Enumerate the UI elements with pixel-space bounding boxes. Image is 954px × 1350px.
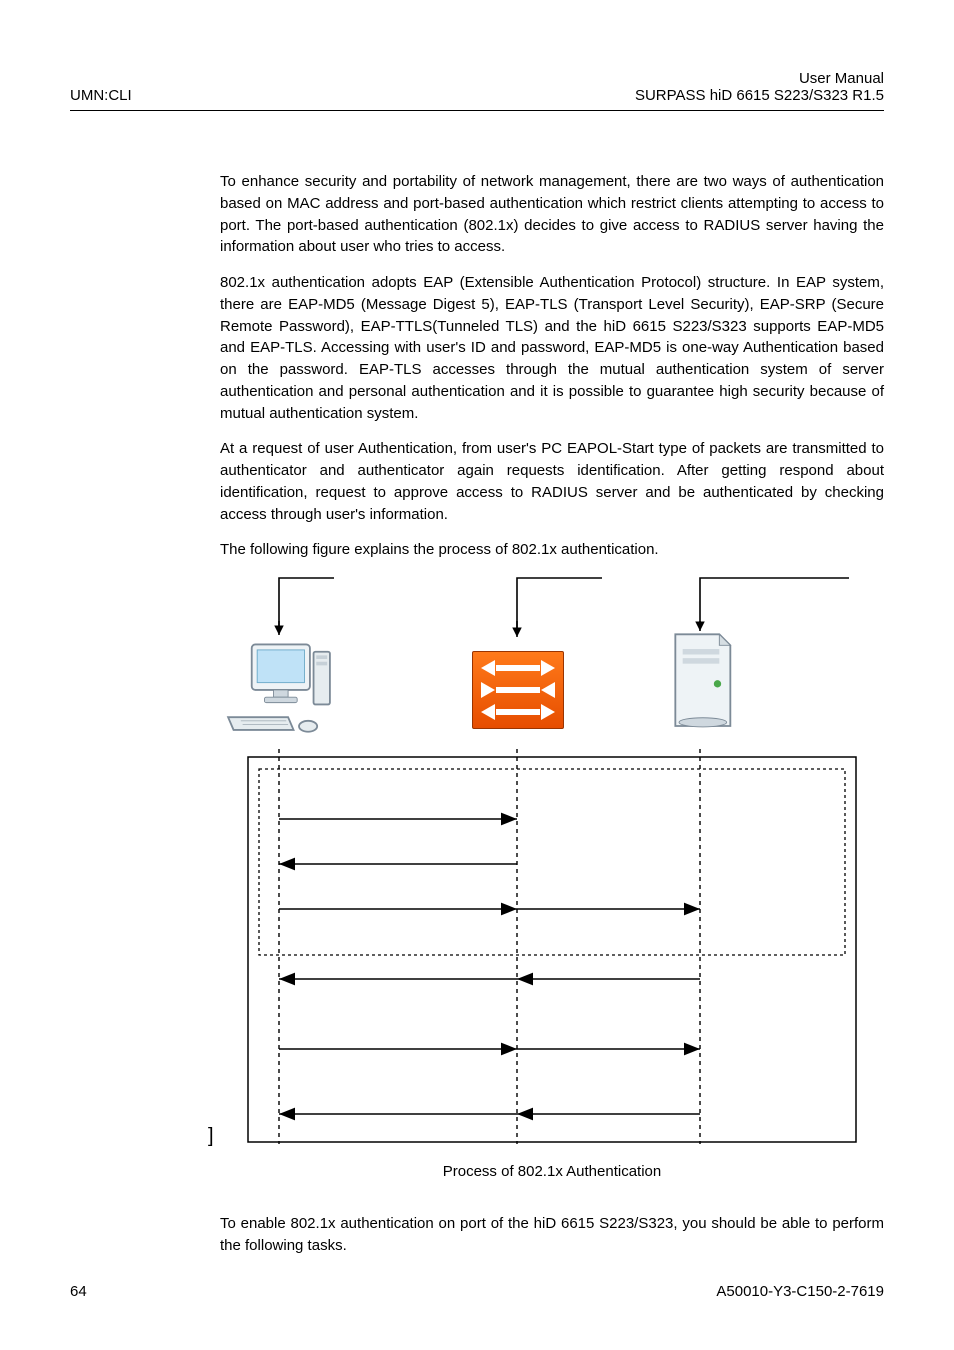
paragraph: 802.1x authentication adopts EAP (Extens… bbox=[220, 272, 884, 424]
content-body: To enhance security and portability of n… bbox=[220, 171, 884, 1256]
stray-bracket: ] bbox=[208, 1122, 214, 1151]
page-header: UMN:CLI User Manual SURPASS hiD 6615 S22… bbox=[70, 70, 884, 104]
header-rule bbox=[70, 110, 884, 111]
sequence-diagram bbox=[214, 749, 904, 1149]
page-footer: 64 A50010-Y3-C150-2-7619 bbox=[70, 1283, 884, 1300]
paragraph: To enhance security and portability of n… bbox=[220, 171, 884, 258]
client-pc-icon bbox=[219, 639, 339, 746]
page: UMN:CLI User Manual SURPASS hiD 6615 S22… bbox=[0, 0, 954, 1350]
top-arrows bbox=[214, 573, 904, 653]
header-right-line2: SURPASS hiD 6615 S223/S323 R1.5 bbox=[635, 87, 884, 104]
paragraph: To enable 802.1x authentication on port … bbox=[220, 1213, 884, 1257]
paragraph: The following figure explains the proces… bbox=[220, 539, 884, 561]
paragraph: At a request of user Authentication, fro… bbox=[220, 438, 884, 525]
header-right: User Manual SURPASS hiD 6615 S223/S323 R… bbox=[635, 70, 884, 104]
authenticator-switch-icon bbox=[472, 651, 564, 729]
doc-reference: A50010-Y3-C150-2-7619 bbox=[716, 1283, 884, 1300]
figure-caption: Process of 802.1x Authentication bbox=[220, 1161, 884, 1183]
header-left: UMN:CLI bbox=[70, 87, 132, 104]
figure: ] bbox=[214, 579, 904, 1149]
header-right-line1: User Manual bbox=[635, 70, 884, 87]
page-number: 64 bbox=[70, 1283, 87, 1300]
